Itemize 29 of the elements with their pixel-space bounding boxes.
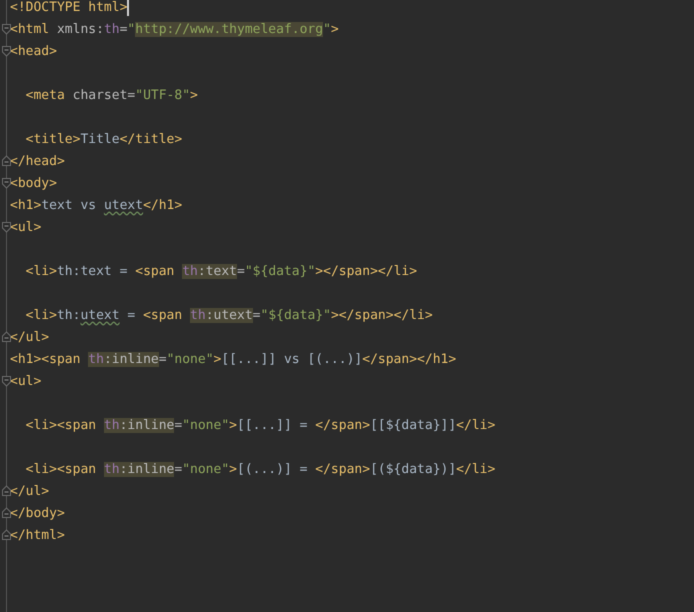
code-line: </ul> bbox=[10, 482, 50, 500]
code-line: <h1><span th:inline="none">[[...]] vs [(...)]</span></h1> bbox=[10, 350, 456, 368]
code-line: <li>th:utext = <span th:utext="${data}"></span></li> bbox=[24, 306, 433, 324]
code-line: <body> bbox=[10, 174, 57, 192]
fold-icon[interactable] bbox=[2, 155, 11, 166]
fold-icon[interactable] bbox=[2, 178, 11, 189]
fold-icon[interactable] bbox=[2, 529, 11, 540]
code-line: <li><span th:inline="none">[[...]] = </span>[[${data}]]</li> bbox=[24, 416, 496, 434]
code-line: <title>Title</title> bbox=[24, 130, 182, 148]
fold-icon[interactable] bbox=[2, 376, 11, 387]
code-line: <ul> bbox=[10, 218, 42, 236]
code-line: <ul> bbox=[10, 372, 42, 390]
code-line: <head> bbox=[10, 42, 57, 60]
code-line: </html> bbox=[10, 526, 65, 544]
fold-icon[interactable] bbox=[2, 46, 11, 57]
code-line: <h1>text vs utext</h1> bbox=[10, 196, 182, 214]
fold-icon[interactable] bbox=[2, 24, 11, 35]
code-line: <meta charset="UTF-8"> bbox=[24, 86, 198, 104]
fold-icon[interactable] bbox=[2, 485, 11, 496]
code-line: </ul> bbox=[10, 328, 50, 346]
fold-icon[interactable] bbox=[2, 331, 11, 342]
code-line: <!DOCTYPE html> bbox=[10, 0, 128, 16]
code-line: <li>th:text = <span th:text="${data}"></span></li> bbox=[24, 262, 418, 280]
code-line: <html xmlns:th="http://www.thymeleaf.org"> bbox=[10, 20, 339, 38]
fold-icon[interactable] bbox=[2, 507, 11, 518]
code-line: </head> bbox=[10, 152, 65, 170]
code-line: <li><span th:inline="none">[(...)] = </span>[(${data})]</li> bbox=[24, 460, 496, 478]
fold-icon[interactable] bbox=[2, 222, 11, 233]
code-line: </body> bbox=[10, 504, 65, 522]
